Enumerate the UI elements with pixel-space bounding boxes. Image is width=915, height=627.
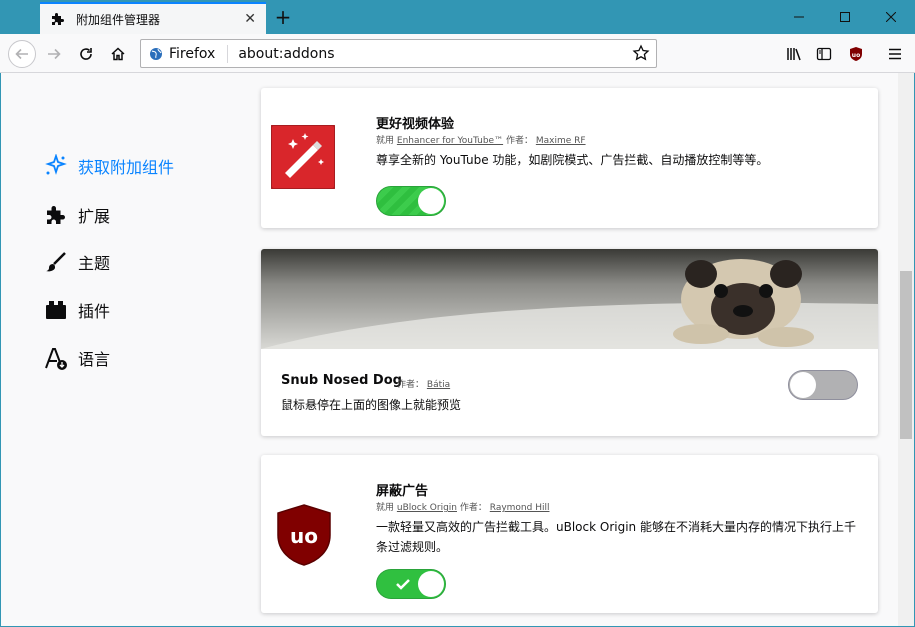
- addon-byline: 作者： Bátia: [397, 380, 451, 390]
- sidebar-item-extensions[interactable]: 扩展: [44, 201, 110, 229]
- language-icon: [45, 348, 67, 370]
- sidebar-item-label: 语言: [78, 350, 111, 369]
- toggle-knob: [790, 372, 816, 398]
- tab-addons-manager[interactable]: 附加组件管理器 ✕: [40, 2, 266, 34]
- addon-description: 鼠标悬停在上面的图像上就能预览: [281, 398, 462, 412]
- maximize-icon[interactable]: [822, 0, 868, 34]
- addon-card-ublock-origin: uo 屏蔽广告 就用 uBlock Origin 作者： Raymond Hil…: [261, 455, 878, 613]
- ublock-toolbar-button[interactable]: uo: [842, 40, 870, 68]
- url-bar[interactable]: Firefox about:addons: [140, 39, 657, 68]
- author-link[interactable]: Maxime RF: [536, 136, 586, 146]
- addon-name-link[interactable]: uBlock Origin: [397, 503, 457, 513]
- author-link[interactable]: Raymond Hill: [490, 503, 550, 513]
- addons-content: 获取附加组件 扩展 主题 插件 语言 更好视频体验 就用 Enhancer fo…: [0, 73, 915, 627]
- sparkle-puzzle-icon: [45, 154, 67, 175]
- addon-title: Snub Nosed Dog: [281, 373, 402, 388]
- title-bar: 附加组件管理器 ✕ +: [0, 0, 915, 34]
- sidebar-item-get-addons[interactable]: 获取附加组件: [44, 152, 174, 180]
- sidebar-item-languages[interactable]: 语言: [44, 344, 110, 372]
- close-tab-icon[interactable]: ✕: [244, 11, 256, 27]
- addon-card-enhancer-youtube: 更好视频体验 就用 Enhancer for YouTube™ 作者： Maxi…: [261, 88, 878, 228]
- magic-wand-icon: [271, 125, 335, 189]
- svg-text:uo: uo: [852, 52, 860, 59]
- new-tab-icon[interactable]: +: [272, 4, 294, 30]
- home-icon: [111, 47, 125, 61]
- addon-description: 尊享全新的 YouTube 功能，如剧院模式、广告拦截、自动播放控制等等。: [376, 153, 769, 167]
- ublock-origin-icon: uo: [277, 504, 331, 566]
- sidebar-item-label: 插件: [78, 302, 111, 321]
- sidebar-item-label: 主题: [78, 254, 111, 273]
- pug-theme-image: [261, 249, 878, 349]
- puzzle-icon: [52, 13, 64, 25]
- addon-title: 更好视频体验: [376, 117, 455, 132]
- ublock-origin-icon: uo: [850, 47, 862, 61]
- scrollbar-thumb[interactable]: [900, 271, 912, 439]
- addon-name-link[interactable]: Enhancer for YouTube™: [397, 136, 503, 146]
- forward-button[interactable]: [40, 40, 68, 68]
- menu-button[interactable]: [881, 40, 909, 68]
- url-separator: [227, 44, 229, 63]
- arrow-right-icon: [48, 48, 61, 60]
- tab-title: 附加组件管理器: [76, 12, 161, 27]
- reload-icon: [80, 48, 92, 60]
- addon-byline: 就用 uBlock Origin 作者： Raymond Hill: [376, 503, 550, 513]
- library-icon: [787, 48, 801, 61]
- sidebar-item-plugins[interactable]: 插件: [44, 296, 110, 324]
- enable-toggle[interactable]: [376, 186, 446, 216]
- brush-icon: [46, 252, 66, 272]
- author-link[interactable]: Bátia: [427, 380, 450, 390]
- plugin-block-icon: [46, 301, 66, 319]
- library-button[interactable]: [780, 40, 808, 68]
- checkmark-icon: [396, 579, 410, 590]
- back-button[interactable]: [8, 40, 36, 68]
- enable-toggle[interactable]: [788, 370, 858, 400]
- sidebar-toggle-button[interactable]: [810, 40, 838, 68]
- url-text[interactable]: about:addons: [238, 46, 656, 62]
- arrow-left-icon: [15, 48, 28, 60]
- home-button[interactable]: [104, 40, 132, 68]
- navigation-toolbar: Firefox about:addons uo: [0, 34, 915, 73]
- enable-toggle[interactable]: [376, 569, 446, 599]
- reload-button[interactable]: [72, 40, 100, 68]
- addon-title: 屏蔽广告: [376, 484, 429, 499]
- close-window-icon[interactable]: [868, 0, 914, 34]
- toggle-knob: [418, 188, 444, 214]
- toggle-knob: [418, 571, 444, 597]
- scrollbar[interactable]: [898, 73, 914, 626]
- addon-description: 一款轻量又高效的广告拦截工具。uBlock Origin 能够在不消耗大量内存的…: [376, 520, 856, 554]
- minimize-icon[interactable]: [776, 0, 822, 34]
- sidebar-icon: [816, 47, 832, 61]
- globe-icon: [150, 47, 162, 60]
- sidebar-item-themes[interactable]: 主题: [44, 248, 110, 276]
- hamburger-menu-icon: [889, 48, 901, 60]
- sidebar-item-label: 获取附加组件: [78, 158, 175, 177]
- identity-label: Firefox: [169, 45, 216, 62]
- svg-text:uo: uo: [290, 524, 318, 548]
- addon-byline: 就用 Enhancer for YouTube™ 作者： Maxime RF: [376, 136, 586, 146]
- addon-card-snub-nosed-dog: Snub Nosed Dog 作者： Bátia 鼠标悬停在上面的图像上就能预览: [261, 249, 878, 436]
- puzzle-icon: [47, 206, 65, 224]
- sidebar-item-label: 扩展: [78, 207, 111, 226]
- bookmark-star-icon[interactable]: [632, 44, 650, 62]
